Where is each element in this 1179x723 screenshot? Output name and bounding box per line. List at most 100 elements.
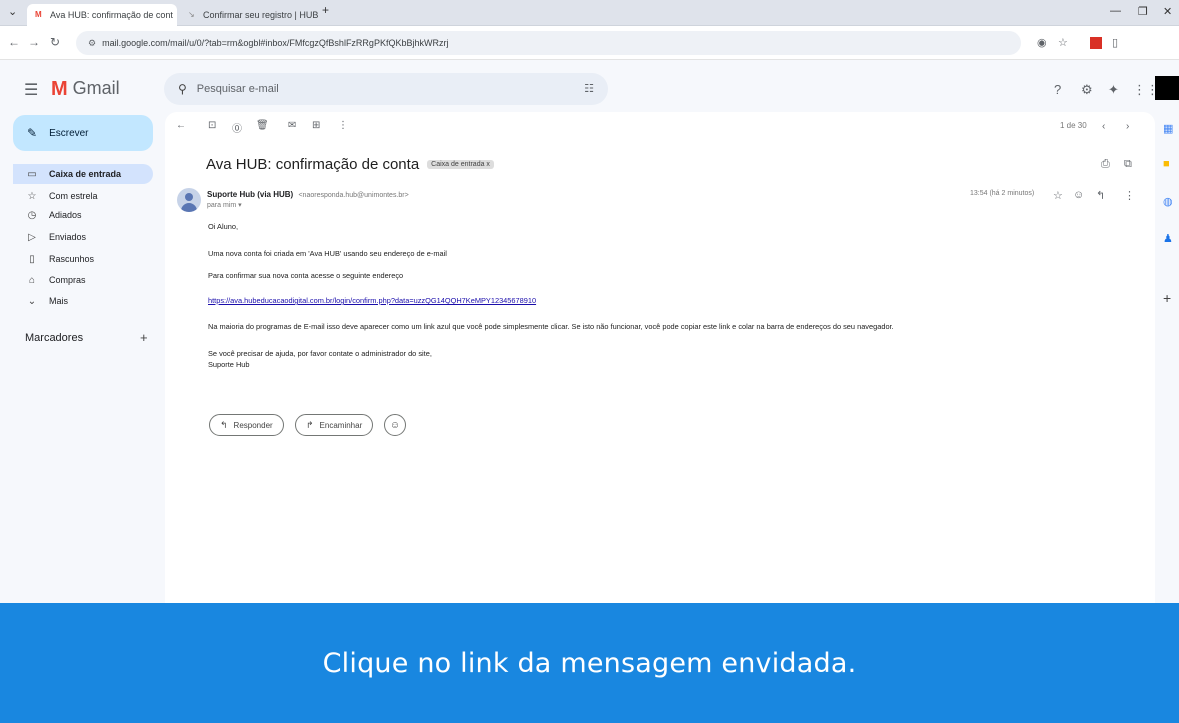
star-icon: ☆: [27, 190, 37, 202]
tab-confirm-registration[interactable]: ↘ Confirmar seu registro | HUB X: [180, 4, 320, 26]
nav-label: Adiados: [49, 210, 82, 220]
emoji-reaction-icon[interactable]: ☺: [1073, 189, 1084, 201]
url-bar[interactable]: ⚙ mail.google.com/mail/u/0/?tab=rm&ogbl#…: [76, 31, 1021, 55]
nav-label: Com estrela: [49, 191, 98, 201]
emoji-react-button[interactable]: ☺: [384, 414, 406, 436]
sender-email: <naoresponda.hub@unimontes.br>: [298, 192, 409, 199]
calendar-icon[interactable]: ▦: [1163, 122, 1173, 135]
more-options-icon[interactable]: ⋮: [338, 120, 348, 131]
close-window-icon[interactable]: ✕: [1163, 5, 1172, 18]
message-more-icon[interactable]: ⋮: [1124, 189, 1135, 202]
email-body-line: Para confirmar sua nova conta acesse o s…: [208, 271, 404, 280]
email-timestamp: 13:54 (há 2 minutos): [970, 190, 1035, 197]
gmail-app-name: Gmail: [72, 78, 120, 98]
search-bar[interactable]: ⚲ Pesquisar e-mail ☷: [164, 73, 608, 105]
sender-name[interactable]: Suporte Hub (via HUB): [207, 190, 293, 199]
tasks-icon[interactable]: ◍: [1163, 195, 1173, 208]
instruction-banner: Clique no link da mensagem envidada.: [0, 603, 1179, 723]
nav-item-sent[interactable]: ▷ Enviados: [13, 227, 153, 247]
browser-tab-strip: ⌄ M Ava HUB: confirmação de cont X ↘ Con…: [0, 0, 1179, 26]
page-favicon-icon: ↘: [188, 10, 195, 19]
newer-icon[interactable]: ‹: [1102, 121, 1105, 132]
send-icon: ▷: [28, 231, 36, 243]
bookmark-star-icon[interactable]: ☆: [1058, 36, 1068, 49]
inbox-icon: ▭: [27, 168, 37, 180]
help-icon[interactable]: ?: [1054, 82, 1061, 97]
tab-title: Ava HUB: confirmação de cont: [50, 10, 173, 20]
shopping-icon: ⌂: [28, 274, 36, 286]
search-icon[interactable]: ⚲: [178, 82, 187, 96]
address-bar-row: ← → ↻ ⚙ mail.google.com/mail/u/0/?tab=rm…: [0, 26, 1179, 78]
tab-title: Confirmar seu registro | HUB: [203, 10, 319, 20]
print-icon[interactable]: ⎙: [1101, 158, 1110, 171]
sender-line: Suporte Hub (via HUB) <naoresponda.hub@u…: [207, 190, 409, 199]
archive-icon[interactable]: ⊡: [208, 120, 216, 131]
keep-icon[interactable]: ■: [1163, 158, 1170, 170]
subject-text: Ava HUB: confirmação de conta: [206, 156, 420, 173]
forward-label: Encaminhar: [319, 420, 363, 430]
report-spam-icon[interactable]: ⓪: [232, 120, 242, 135]
email-body-line: Uma nova conta foi criada em 'Ava HUB' u…: [208, 249, 447, 258]
reply-button[interactable]: ↰ Responder: [209, 414, 284, 436]
compose-label: Escrever: [49, 127, 89, 139]
back-to-inbox-icon[interactable]: ←: [176, 120, 186, 131]
email-greeting: Oi Aluno,: [208, 222, 238, 231]
email-body-line: Na maioria do programas de E-mail isso d…: [208, 322, 894, 331]
open-new-window-icon[interactable]: ⧉: [1124, 158, 1132, 171]
screen: ⌄ M Ava HUB: confirmação de cont X ↘ Con…: [0, 0, 1179, 723]
back-icon[interactable]: ←: [8, 35, 20, 49]
mark-unread-icon[interactable]: ✉: [288, 120, 296, 131]
email-signature: Suporte Hub: [208, 360, 250, 369]
extension-icon[interactable]: ◉: [1037, 36, 1047, 49]
reload-icon[interactable]: ↻: [50, 35, 60, 49]
contacts-icon[interactable]: ♟: [1163, 232, 1173, 245]
search-input[interactable]: Pesquisar e-mail: [197, 83, 279, 95]
star-message-icon[interactable]: ☆: [1053, 189, 1063, 202]
add-label-button[interactable]: +: [140, 330, 148, 345]
emoji-icon: ☺: [389, 419, 401, 431]
reply-label: Responder: [233, 420, 273, 430]
forward-icon[interactable]: →: [28, 35, 40, 49]
sender-avatar[interactable]: [177, 188, 201, 212]
draft-icon: ▯: [29, 253, 35, 265]
nav-item-snoozed[interactable]: ◷ Adiados: [13, 205, 153, 225]
reply-icon[interactable]: ↰: [1096, 189, 1105, 202]
clock-icon: ◷: [27, 209, 37, 221]
gmail-logo[interactable]: M Gmail: [51, 78, 120, 99]
instruction-text: Clique no link da mensagem envidada.: [322, 647, 857, 679]
recipient-toggle[interactable]: para mim ▾: [207, 201, 242, 209]
compose-button[interactable]: ✎ Escrever: [13, 115, 153, 151]
tab-gmail[interactable]: M Ava HUB: confirmação de cont X: [27, 4, 177, 26]
tab-search-icon[interactable]: ⌄: [8, 5, 17, 18]
url-text: mail.google.com/mail/u/0/?tab=rm&ogbl#in…: [102, 38, 449, 48]
nav-item-starred[interactable]: ☆ Com estrela: [13, 186, 153, 206]
nav-item-drafts[interactable]: ▯ Rascunhos: [13, 249, 153, 269]
minimize-icon[interactable]: —: [1110, 5, 1121, 17]
nav-item-more[interactable]: ⌄ Mais: [13, 291, 153, 311]
email-body-line: Se você precisar de ajuda, por favor con…: [208, 349, 432, 358]
pdf-extension-icon[interactable]: [1090, 37, 1102, 49]
forward-button[interactable]: ↱ Encaminhar: [295, 414, 374, 436]
site-info-icon[interactable]: ⚙: [88, 38, 96, 49]
chevron-down-icon: ⌄: [27, 295, 37, 307]
gemini-sparkle-icon[interactable]: ✦: [1108, 82, 1119, 98]
pagination-text: 1 de 30: [1060, 121, 1087, 130]
snooze-icon[interactable]: ⊞: [312, 120, 320, 131]
nav-item-inbox[interactable]: ▭ Caixa de entrada: [13, 164, 153, 184]
settings-gear-icon[interactable]: ⚙: [1081, 82, 1093, 98]
confirmation-link[interactable]: https://ava.hubeducacaodigital.com.br/lo…: [208, 296, 536, 305]
delete-icon[interactable]: 🗑: [256, 120, 269, 131]
restore-icon[interactable]: ❐: [1138, 5, 1148, 18]
forward-icon: ↱: [306, 419, 314, 430]
account-avatar[interactable]: [1155, 76, 1179, 100]
nav-item-purchases[interactable]: ⌂ Compras: [13, 270, 153, 290]
search-options-icon[interactable]: ☷: [584, 82, 594, 95]
new-tab-button[interactable]: +: [322, 3, 329, 17]
nav-label: Caixa de entrada: [49, 169, 122, 179]
nav-label: Enviados: [49, 232, 87, 242]
add-addon-icon[interactable]: +: [1163, 290, 1171, 306]
inbox-label-chip[interactable]: Caixa de entrada x: [427, 160, 494, 169]
side-panel-icon[interactable]: ▯: [1112, 36, 1118, 49]
main-menu-icon[interactable]: ☰: [24, 80, 38, 100]
older-icon[interactable]: ›: [1126, 121, 1129, 132]
